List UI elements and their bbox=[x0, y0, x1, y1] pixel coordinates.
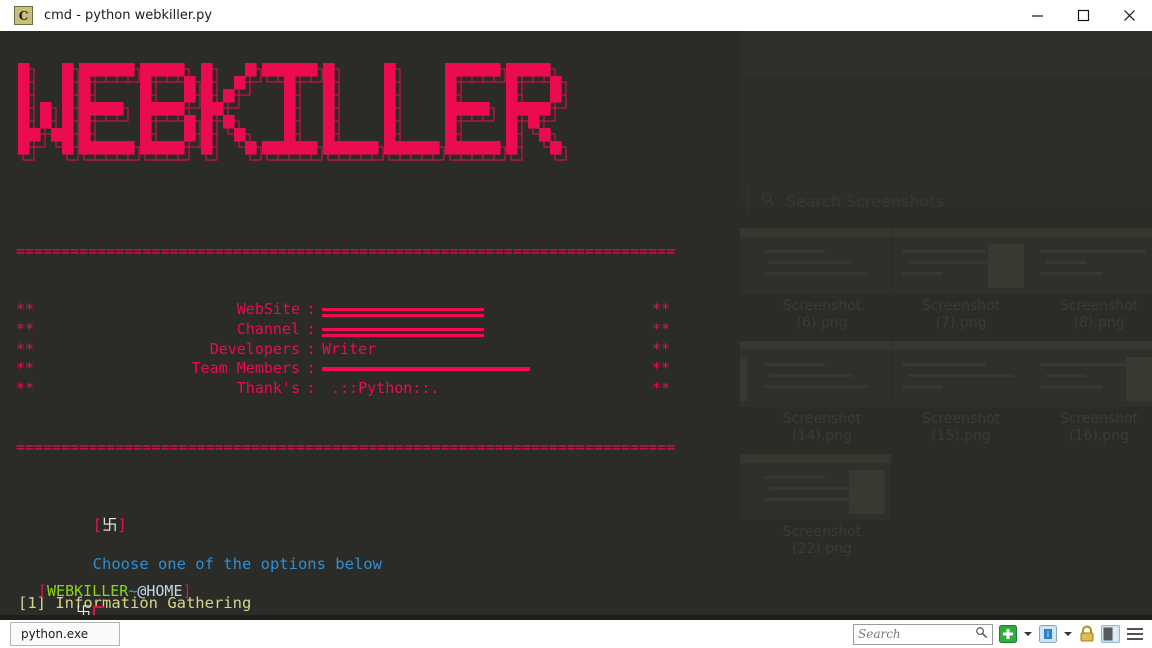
cmd-icon: C bbox=[14, 6, 33, 25]
redacted-value-bar bbox=[322, 308, 484, 312]
info-icon[interactable]: i bbox=[1039, 625, 1057, 643]
prompt-line-1: [WEBKILLER~@HOME] bbox=[38, 581, 192, 601]
chevron-down-icon-2[interactable] bbox=[1063, 629, 1073, 639]
add-icon[interactable] bbox=[999, 625, 1017, 643]
heading-text: Choose one of the options below bbox=[92, 555, 382, 573]
taskbar-item-python[interactable]: python.exe bbox=[10, 622, 120, 646]
info-colon: : bbox=[306, 359, 316, 378]
info-value: Writer bbox=[322, 339, 377, 358]
prompt-bracket-close: ] bbox=[182, 582, 192, 600]
redacted-value-bar bbox=[322, 366, 530, 371]
info-star-right: ** bbox=[651, 378, 670, 397]
swastika-glyph-icon: 卐 bbox=[102, 516, 118, 534]
minimize-button[interactable] bbox=[1014, 0, 1060, 31]
menu-icon[interactable] bbox=[1126, 627, 1144, 641]
maximize-button[interactable] bbox=[1060, 0, 1106, 31]
lock-icon[interactable] bbox=[1079, 625, 1095, 643]
info-row: ** Channel: ** bbox=[16, 320, 716, 340]
info-row: ** Developers: Writer ** bbox=[16, 340, 716, 360]
info-label: Team Members bbox=[191, 359, 300, 378]
heading-bracket-open: [ bbox=[92, 516, 102, 534]
tray-search-placeholder: Search bbox=[858, 627, 901, 641]
info-star-left: ** bbox=[16, 339, 35, 358]
info-colon: : bbox=[306, 319, 316, 338]
window-controls bbox=[1014, 0, 1152, 31]
taskbar: python.exe Search i bbox=[0, 620, 1152, 648]
search-icon[interactable] bbox=[975, 626, 988, 642]
system-tray: Search i bbox=[853, 623, 1144, 645]
terminal-body[interactable]: ========================================… bbox=[0, 31, 740, 620]
network-icon[interactable] bbox=[1101, 625, 1120, 643]
menu-heading: [卐] Choose one of the options below bbox=[18, 467, 382, 573]
info-colon: : bbox=[306, 339, 316, 358]
info-star-right: ** bbox=[651, 319, 670, 338]
info-row: ** WebSite: ** bbox=[16, 300, 716, 320]
info-star-right: ** bbox=[651, 359, 670, 378]
info-label: WebSite bbox=[236, 300, 300, 319]
close-button[interactable] bbox=[1106, 0, 1152, 31]
info-value bbox=[322, 320, 484, 340]
prompt-bracket-open: [ bbox=[38, 582, 48, 600]
redacted-value-bar bbox=[322, 327, 484, 331]
info-star-left: ** bbox=[16, 319, 35, 338]
info-star-right: ** bbox=[651, 339, 670, 358]
webkiller-ascii-banner bbox=[18, 63, 567, 173]
info-star-right: ** bbox=[651, 300, 670, 319]
chevron-down-icon[interactable] bbox=[1023, 629, 1033, 639]
prompt-user: WEBKILLER bbox=[47, 582, 129, 600]
info-star-left: ** bbox=[16, 359, 35, 378]
info-value bbox=[322, 359, 530, 379]
title-bar[interactable]: C cmd - python webkiller.py bbox=[0, 0, 1152, 31]
prompt-host: @HOME bbox=[137, 582, 183, 600]
info-row: ** Team Members: ** bbox=[16, 359, 716, 379]
tray-search-input[interactable]: Search bbox=[853, 623, 993, 645]
info-divider-top: ========================================… bbox=[16, 242, 676, 261]
svg-text:i: i bbox=[1047, 630, 1049, 639]
info-colon: : bbox=[306, 300, 316, 319]
info-value bbox=[322, 300, 484, 320]
info-label: Developers bbox=[209, 339, 300, 358]
info-star-left: ** bbox=[16, 300, 35, 319]
prompt-tilde: ~ bbox=[128, 582, 138, 600]
heading-bracket-close: ] bbox=[117, 516, 127, 534]
window-title: cmd - python webkiller.py bbox=[44, 8, 213, 23]
console-window: C cmd - python webkiller.py ============… bbox=[0, 0, 1152, 620]
info-label: Channel bbox=[236, 319, 300, 338]
